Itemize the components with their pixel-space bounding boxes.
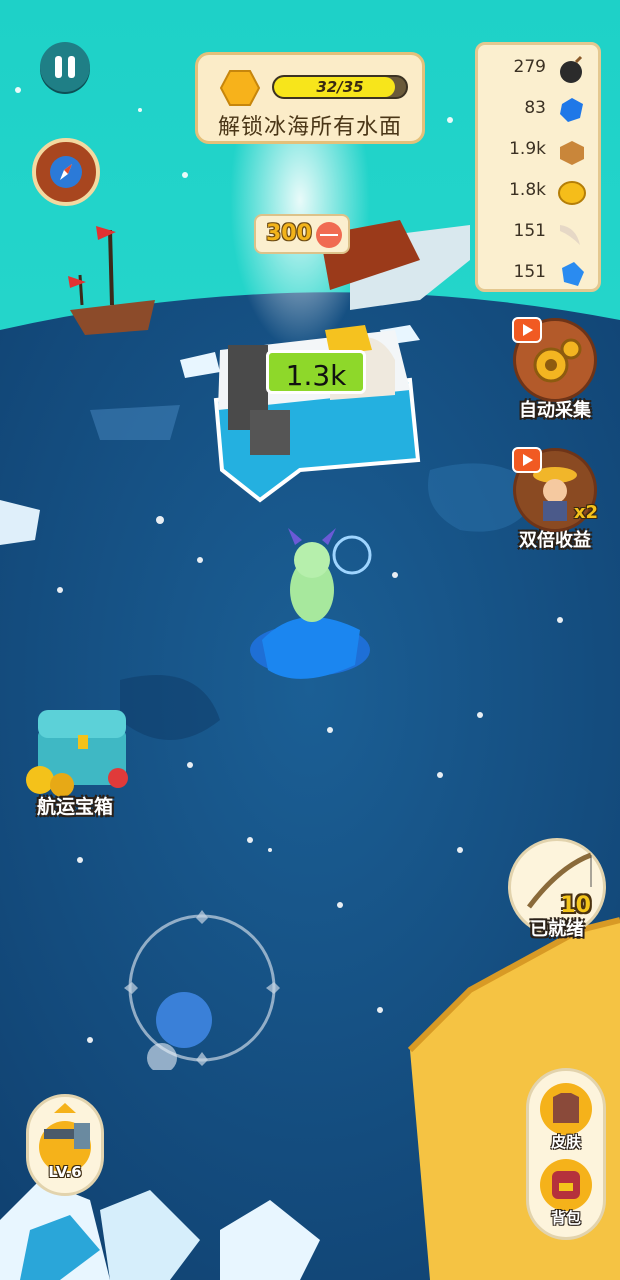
shipping-chest-label[interactable]: 航运宝箱 <box>20 792 130 819</box>
rod-ready-label: 已就绪 <box>530 919 584 940</box>
video-ad-icon <box>512 447 542 473</box>
game-scene[interactable]: 32/35 解锁冰海所有水面 279 83 1.9k 1.8k 151 151 … <box>0 0 620 1280</box>
resource-value: 279 <box>513 57 546 77</box>
fishing-rod-button[interactable]: 10 已就绪 <box>508 838 606 940</box>
movement-joystick[interactable] <box>124 910 284 1073</box>
double-badge: x2 <box>573 502 598 523</box>
quest-progress-bar: 32/35 <box>272 75 408 99</box>
blue-gem-icon <box>560 98 583 122</box>
unlock-price-tag[interactable]: 300 <box>254 214 350 254</box>
ice-crystal-icon <box>562 262 584 286</box>
resource-wood: 1.9k <box>478 133 598 169</box>
shirt-icon <box>540 1083 592 1135</box>
upgrade-icon <box>39 1103 91 1171</box>
island-resource-value: 1.3k <box>285 359 347 392</box>
resource-value: 151 <box>513 221 546 241</box>
backpack-button[interactable]: 背包 <box>535 1157 597 1231</box>
quest-panel[interactable]: 32/35 解锁冰海所有水面 <box>195 52 425 144</box>
resource-gold-coin: 1.8k <box>478 174 598 210</box>
pause-button[interactable] <box>40 42 90 92</box>
resource-ice-crystal: 151 <box>478 256 598 292</box>
backpack-icon <box>540 1159 592 1211</box>
resource-value: 1.8k <box>509 180 546 200</box>
boat-upgrade-button[interactable]: LV.6 <box>26 1094 104 1196</box>
resource-blue-gem: 83 <box>478 92 598 128</box>
salmon-icon <box>316 222 342 248</box>
backpack-label: 背包 <box>550 1209 581 1227</box>
pause-icon <box>55 56 62 78</box>
resource-bomb: 279 <box>478 51 598 87</box>
resource-tusk: 151 <box>478 215 598 251</box>
skin-label: 皮肤 <box>550 1133 581 1151</box>
double-income-button[interactable]: x2 双倍收益 <box>510 447 600 552</box>
island-resource-label: 1.3k <box>266 350 366 394</box>
tusk-icon <box>560 225 580 245</box>
hexagon-icon <box>220 70 260 106</box>
treasure-chest[interactable] <box>26 710 128 797</box>
boat-level: LV.6 <box>48 1163 82 1181</box>
skin-button[interactable]: 皮肤 <box>535 1081 597 1155</box>
wood-icon <box>560 141 584 165</box>
unlock-price: 300 <box>266 221 312 246</box>
compass-icon <box>50 156 82 188</box>
quest-progress-text: 32/35 <box>316 78 364 96</box>
video-ad-icon <box>512 317 542 343</box>
resource-value: 83 <box>524 98 546 118</box>
auto-collect-button[interactable]: 自动采集 <box>510 317 600 422</box>
resource-panel: 279 83 1.9k 1.8k 151 151 <box>475 42 601 292</box>
inventory-panel: 皮肤 背包 <box>526 1068 606 1240</box>
resource-value: 1.9k <box>509 139 546 159</box>
gold-coin-icon <box>558 181 586 205</box>
joystick-knob[interactable] <box>156 992 212 1048</box>
compass-button[interactable] <box>32 138 100 206</box>
resource-value: 151 <box>513 262 546 282</box>
quest-title: 解锁冰海所有水面 <box>217 115 402 140</box>
bomb-icon <box>560 55 583 83</box>
